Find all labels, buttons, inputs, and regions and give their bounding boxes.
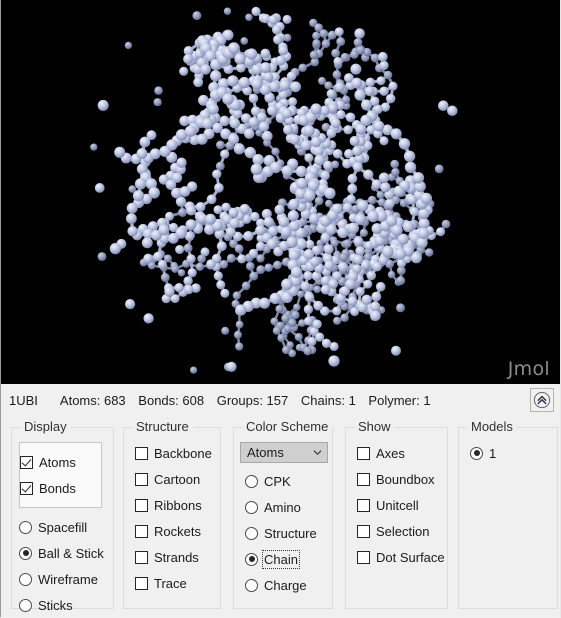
radio-structure[interactable]: Structure: [245, 520, 343, 546]
group-models-legend: Models: [467, 419, 517, 434]
radio-spacefill-dot: [19, 521, 32, 534]
checkbox-trace[interactable]: Trace: [135, 570, 231, 596]
checkbox-axes-box: [357, 447, 370, 460]
checkbox-dot-surface[interactable]: Dot Surface: [357, 544, 458, 570]
checkbox-bonds-box: [20, 482, 33, 495]
group-models: Models 1: [458, 427, 558, 609]
radio-charge-dot: [245, 579, 258, 592]
structure-id-label: 1UBI: [9, 393, 38, 408]
molecule-viewport[interactable]: Jmol: [1, 0, 560, 384]
radio-cpk-dot: [245, 475, 258, 488]
jmol-viewer-window: Jmol 1UBI Atoms: 683 Bonds: 608 Groups: …: [0, 0, 561, 617]
radio-amino-label: Amino: [264, 500, 301, 515]
metric-polymer: Polymer: 1: [368, 393, 430, 408]
radio-wireframe-dot: [19, 573, 32, 586]
group-display-legend: Display: [20, 419, 71, 434]
group-show: Show Axes Boundbox Unitcell Selection: [345, 427, 448, 609]
checkbox-cartoon[interactable]: Cartoon: [135, 466, 231, 492]
control-panel-area: Display Atoms Bonds Spacefill Ba: [1, 419, 560, 617]
radio-wireframe[interactable]: Wireframe: [19, 566, 120, 592]
checkbox-ribbons-box: [135, 499, 148, 512]
checkbox-selection-label: Selection: [376, 524, 429, 539]
radio-model-1-label: 1: [489, 446, 496, 461]
checkbox-boundbox[interactable]: Boundbox: [357, 466, 458, 492]
radio-amino[interactable]: Amino: [245, 494, 343, 520]
radio-chain-dot: [245, 553, 258, 566]
radio-sticks-dot: [19, 599, 32, 612]
checkbox-strands-box: [135, 551, 148, 564]
checkbox-backbone[interactable]: Backbone: [135, 440, 231, 466]
radio-ball-and-stick-dot: [19, 547, 32, 560]
checkbox-ribbons[interactable]: Ribbons: [135, 492, 231, 518]
checkbox-selection-box: [357, 525, 370, 538]
checkbox-rockets[interactable]: Rockets: [135, 518, 231, 544]
double-chevron-up-icon: [533, 391, 551, 409]
checkbox-trace-label: Trace: [154, 576, 187, 591]
checkbox-atoms[interactable]: Atoms: [20, 449, 101, 475]
checkbox-atoms-label: Atoms: [39, 455, 76, 470]
checkbox-cartoon-box: [135, 473, 148, 486]
checkbox-backbone-box: [135, 447, 148, 460]
checkbox-selection[interactable]: Selection: [357, 518, 458, 544]
checkbox-trace-box: [135, 577, 148, 590]
checkbox-unitcell[interactable]: Unitcell: [357, 492, 458, 518]
group-show-legend: Show: [354, 419, 395, 434]
radio-charge[interactable]: Charge: [245, 572, 343, 598]
checkbox-unitcell-box: [357, 499, 370, 512]
checkbox-boundbox-box: [357, 473, 370, 486]
radio-ball-and-stick[interactable]: Ball & Stick: [19, 540, 120, 566]
checkbox-backbone-label: Backbone: [154, 446, 212, 461]
jmol-watermark: Jmol: [508, 358, 550, 380]
metric-chains: Chains: 1: [301, 393, 356, 408]
radio-cpk[interactable]: CPK: [245, 468, 343, 494]
radio-structure-dot: [245, 527, 258, 540]
radio-chain-label: Chain: [264, 552, 298, 567]
chevron-down-icon: [313, 448, 322, 457]
radio-sticks-label: Sticks: [38, 598, 73, 613]
checkbox-bonds-label: Bonds: [39, 481, 76, 496]
expand-collapse-button[interactable]: [530, 388, 554, 412]
status-bar: 1UBI Atoms: 683 Bonds: 608 Groups: 157 C…: [1, 384, 560, 417]
molecule-ball-and-stick-render: [1, 0, 560, 384]
group-color-scheme: Color Scheme Atoms CPK Amino Struc: [233, 427, 333, 609]
checkbox-strands[interactable]: Strands: [135, 544, 231, 570]
checkbox-dot-surface-box: [357, 551, 370, 564]
radio-wireframe-label: Wireframe: [38, 572, 98, 587]
radio-spacefill[interactable]: Spacefill: [19, 514, 120, 540]
checkbox-strands-label: Strands: [154, 550, 199, 565]
radio-structure-label: Structure: [264, 526, 317, 541]
group-structure: Structure Backbone Cartoon Ribbons Rocke…: [123, 427, 221, 609]
checkbox-dot-surface-label: Dot Surface: [376, 550, 445, 565]
checkbox-unitcell-label: Unitcell: [376, 498, 419, 513]
checkbox-axes-label: Axes: [376, 446, 405, 461]
radio-charge-label: Charge: [264, 578, 307, 593]
checkbox-atoms-box: [20, 456, 33, 469]
radio-model-1-dot: [470, 447, 483, 460]
display-render-toggles: Atoms Bonds: [19, 442, 102, 508]
radio-spacefill-label: Spacefill: [38, 520, 87, 535]
color-scheme-select[interactable]: Atoms: [240, 442, 328, 463]
group-display: Display Atoms Bonds Spacefill Ba: [11, 427, 114, 609]
color-scheme-select-value: Atoms: [247, 445, 284, 460]
radio-model-1[interactable]: 1: [470, 440, 561, 466]
radio-cpk-label: CPK: [264, 474, 291, 489]
radio-amino-dot: [245, 501, 258, 514]
radio-chain[interactable]: Chain: [245, 546, 343, 572]
checkbox-rockets-label: Rockets: [154, 524, 201, 539]
checkbox-cartoon-label: Cartoon: [154, 472, 200, 487]
checkbox-rockets-box: [135, 525, 148, 538]
metric-bonds: Bonds: 608: [138, 393, 204, 408]
checkbox-axes[interactable]: Axes: [357, 440, 458, 466]
radio-sticks[interactable]: Sticks: [19, 592, 120, 618]
structure-metrics: Atoms: 683 Bonds: 608 Groups: 157 Chains…: [60, 393, 440, 408]
group-color-scheme-legend: Color Scheme: [242, 419, 332, 434]
checkbox-ribbons-label: Ribbons: [154, 498, 202, 513]
group-structure-legend: Structure: [132, 419, 193, 434]
checkbox-bonds[interactable]: Bonds: [20, 475, 101, 501]
radio-ball-and-stick-label: Ball & Stick: [38, 546, 104, 561]
metric-groups: Groups: 157: [217, 393, 289, 408]
metric-atoms: Atoms: 683: [60, 393, 126, 408]
checkbox-boundbox-label: Boundbox: [376, 472, 435, 487]
